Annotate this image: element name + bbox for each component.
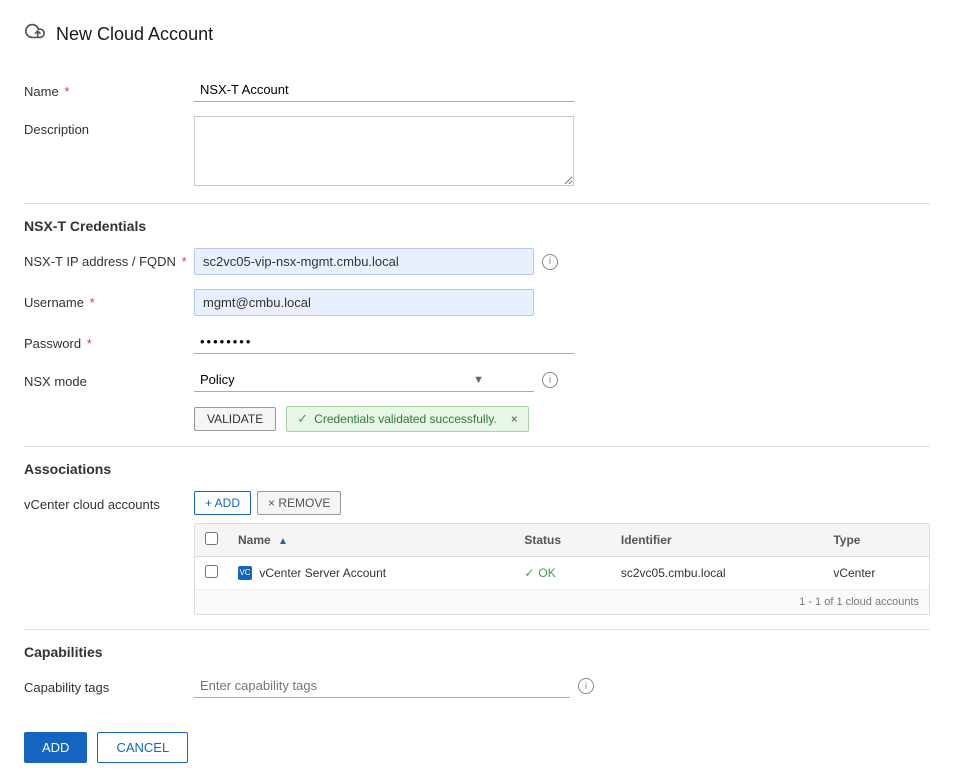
table-col-type[interactable]: Type <box>823 524 929 557</box>
nsx-mode-select[interactable]: Policy Manager <box>194 368 534 392</box>
required-indicator-pass: * <box>87 336 92 351</box>
table-col-status[interactable]: Status <box>514 524 611 557</box>
nsx-credentials-section-header: NSX-T Credentials <box>24 218 930 234</box>
page-title: New Cloud Account <box>24 20 930 58</box>
row-type-cell: vCenter <box>823 557 929 590</box>
name-field-wrapper <box>194 78 574 102</box>
required-indicator-ip: * <box>182 254 187 269</box>
association-buttons: + ADD × REMOVE <box>194 491 930 515</box>
capability-tags-input[interactable] <box>194 674 570 698</box>
nsx-ip-label: NSX-T IP address / FQDN * <box>24 248 194 269</box>
capability-tags-label: Capability tags <box>24 674 194 695</box>
cancel-button[interactable]: CANCEL <box>97 732 188 763</box>
section-divider-2 <box>24 446 930 447</box>
vcenter-table-container: Name ▲ Status Identifier Type <box>194 523 930 615</box>
username-label: Username * <box>24 289 194 310</box>
row-count: 1 - 1 of 1 cloud accounts <box>195 589 929 614</box>
required-indicator: * <box>64 84 69 99</box>
remove-vcenter-button[interactable]: × REMOVE <box>257 491 341 515</box>
username-input-display: mgmt@cmbu.local <box>194 289 534 316</box>
nsx-ip-input-display: sc2vc05-vip-nsx-mgmt.cmbu.local <box>194 248 534 275</box>
validation-success-badge: ✓ Credentials validated successfully. × <box>286 406 528 432</box>
footer-actions: ADD CANCEL <box>24 712 930 763</box>
nsx-ip-row: NSX-T IP address / FQDN * sc2vc05-vip-ns… <box>24 248 930 275</box>
username-row: Username * mgmt@cmbu.local <box>24 289 930 316</box>
associations-row: vCenter cloud accounts + ADD × REMOVE Na… <box>24 491 930 615</box>
add-vcenter-button[interactable]: + ADD <box>194 491 251 515</box>
description-field-wrapper <box>194 116 574 189</box>
vcenter-table: Name ▲ Status Identifier Type <box>195 524 929 589</box>
add-button[interactable]: ADD <box>24 732 87 763</box>
description-input[interactable] <box>194 116 574 186</box>
cloud-sync-icon <box>24 20 46 48</box>
description-row: Description <box>24 116 930 189</box>
validate-button[interactable]: VALIDATE <box>194 407 276 431</box>
capability-input-wrapper <box>194 674 570 698</box>
close-badge-button[interactable]: × <box>511 412 518 426</box>
name-row: Name * <box>24 78 930 102</box>
ok-check-icon: ✓ <box>524 566 534 580</box>
required-indicator-user: * <box>90 295 95 310</box>
row-name-cell: VC vCenter Server Account <box>228 557 514 590</box>
section-divider-3 <box>24 629 930 630</box>
section-divider-1 <box>24 203 930 204</box>
capability-info-icon[interactable]: i <box>578 678 594 694</box>
nsx-ip-info-icon[interactable]: i <box>542 254 558 270</box>
table-header-row: Name ▲ Status Identifier Type <box>195 524 929 557</box>
associations-content: + ADD × REMOVE Name ▲ <box>194 491 930 615</box>
vcenter-account-icon: VC <box>238 566 252 580</box>
nsx-mode-label: NSX mode <box>24 368 194 389</box>
nsx-mode-row: NSX mode Policy Manager ▼ i <box>24 368 930 392</box>
validation-message: Credentials validated successfully. <box>314 412 497 426</box>
password-row: Password * <box>24 330 930 354</box>
page-title-text: New Cloud Account <box>56 24 213 45</box>
row-identifier-cell: sc2vc05.cmbu.local <box>611 557 823 590</box>
sort-up-icon: ▲ <box>278 536 288 547</box>
capabilities-section-header: Capabilities <box>24 644 930 660</box>
password-field-wrapper <box>194 330 574 354</box>
check-circle-icon: ✓ <box>297 411 308 427</box>
associations-section-header: Associations <box>24 461 930 477</box>
description-label: Description <box>24 116 194 137</box>
table-row: VC vCenter Server Account ✓ OK sc2vc05.c… <box>195 557 929 590</box>
table-checkbox-header <box>195 524 228 557</box>
password-input[interactable] <box>194 330 574 354</box>
status-ok-indicator: ✓ OK <box>524 566 601 580</box>
select-all-checkbox[interactable] <box>205 532 218 545</box>
table-col-identifier[interactable]: Identifier <box>611 524 823 557</box>
row-status-cell: ✓ OK <box>514 557 611 590</box>
vcenter-accounts-label: vCenter cloud accounts <box>24 491 194 512</box>
table-col-name[interactable]: Name ▲ <box>228 524 514 557</box>
password-label: Password * <box>24 330 194 351</box>
nsx-mode-info-icon[interactable]: i <box>542 372 558 388</box>
capabilities-row: Capability tags i <box>24 674 930 698</box>
name-label: Name * <box>24 78 194 99</box>
name-input[interactable] <box>194 78 574 102</box>
row-checkbox[interactable] <box>205 565 218 578</box>
row-checkbox-cell <box>195 557 228 590</box>
validate-row: VALIDATE ✓ Credentials validated success… <box>24 406 930 432</box>
